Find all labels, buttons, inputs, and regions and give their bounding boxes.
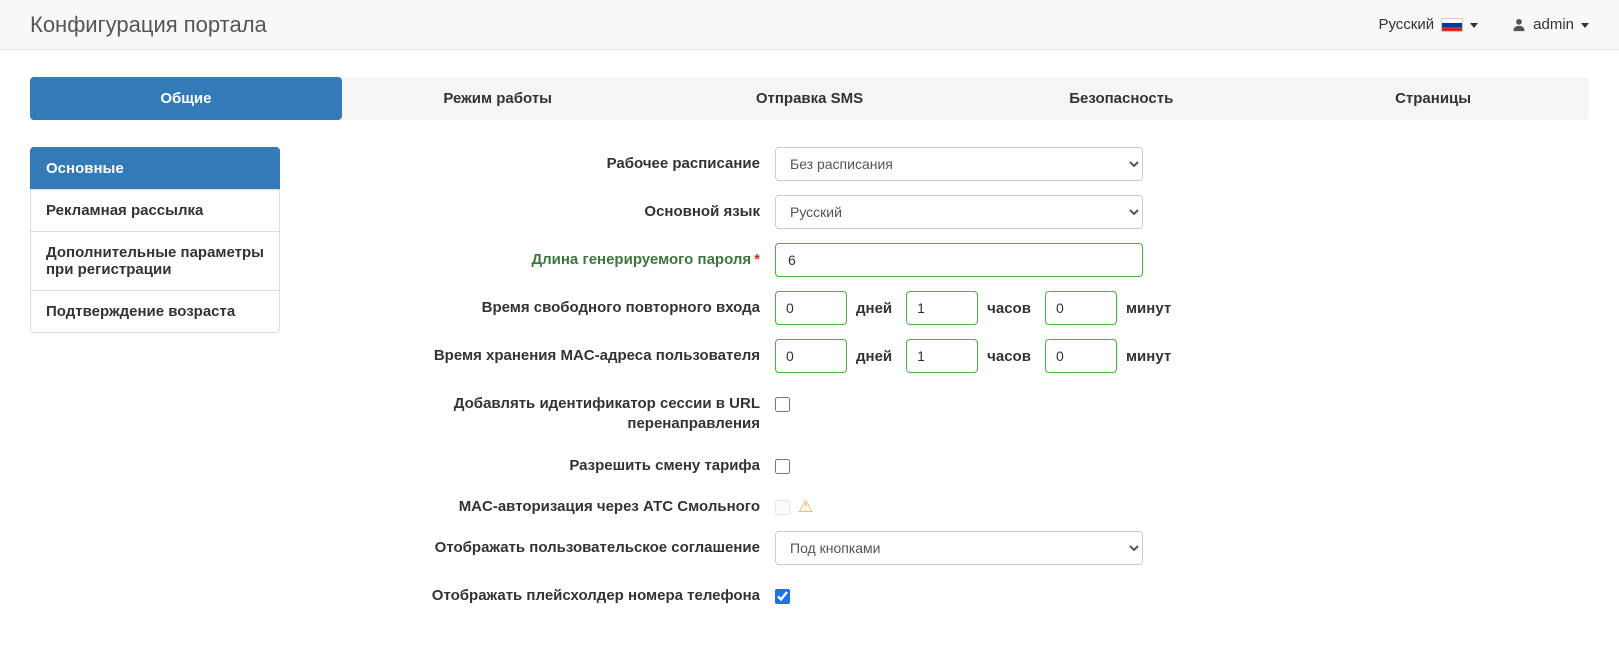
- user-agreement-select[interactable]: Под кнопками: [775, 531, 1143, 565]
- schedule-select[interactable]: Без расписания: [775, 147, 1143, 181]
- main-language-select[interactable]: Русский: [775, 195, 1143, 229]
- username-label: admin: [1533, 16, 1574, 33]
- session-id-url-label: Добавлять идентификатор сессии в URL пер…: [395, 387, 775, 435]
- form-row-free-reentry: Время свободного повторного входа дней ч…: [280, 291, 1589, 325]
- tab-sms[interactable]: Отправка SMS: [654, 77, 966, 120]
- form-row-user-agreement: Отображать пользовательское соглашение П…: [280, 531, 1589, 565]
- mac-storage-hours-input[interactable]: [906, 339, 978, 373]
- sidebar-item-age-confirmation[interactable]: Подтверждение возраста: [30, 290, 280, 333]
- user-dropdown[interactable]: admin: [1512, 16, 1589, 33]
- form-row-main-language: Основной язык Русский: [280, 195, 1589, 229]
- tab-bar: Общие Режим работы Отправка SMS Безопасн…: [30, 77, 1589, 120]
- days-unit-label: дней: [856, 348, 892, 365]
- mac-storage-minutes-input[interactable]: [1045, 339, 1117, 373]
- tab-security[interactable]: Безопасность: [965, 77, 1277, 120]
- main-area: Основные Рекламная рассылка Дополнительн…: [30, 147, 1589, 620]
- page-title: Конфигурация портала: [30, 12, 267, 38]
- form-row-password-length: Длина генерируемого пароля*: [280, 243, 1589, 277]
- password-length-label: Длина генерируемого пароля*: [395, 243, 775, 270]
- content: Общие Режим работы Отправка SMS Безопасн…: [0, 77, 1619, 620]
- form-row-schedule: Рабочее расписание Без расписания: [280, 147, 1589, 181]
- minutes-unit-label: минут: [1126, 300, 1171, 317]
- mac-auth-label: MAC-авторизация через АТС Смольного: [395, 490, 775, 517]
- password-length-input[interactable]: [775, 243, 1143, 277]
- phone-placeholder-label: Отображать плейсхолдер номера телефона: [395, 579, 775, 606]
- topbar-right: Русский admin: [1378, 16, 1589, 33]
- settings-form: Рабочее расписание Без расписания Основн…: [280, 147, 1589, 620]
- tariff-change-label: Разрешить смену тарифа: [395, 449, 775, 476]
- language-dropdown[interactable]: Русский: [1378, 16, 1478, 33]
- caret-down-icon: [1470, 23, 1478, 28]
- user-agreement-label: Отображать пользовательское соглашение: [395, 531, 775, 558]
- phone-placeholder-checkbox[interactable]: [775, 589, 790, 604]
- language-label: Русский: [1378, 16, 1434, 33]
- mac-storage-label: Время хранения MAC-адреса пользователя: [395, 339, 775, 366]
- main-language-label: Основной язык: [395, 195, 775, 222]
- form-row-phone-placeholder: Отображать плейсхолдер номера телефона: [280, 579, 1589, 606]
- mac-storage-days-input[interactable]: [775, 339, 847, 373]
- password-length-label-text: Длина генерируемого пароля: [531, 251, 751, 268]
- user-icon: [1512, 18, 1526, 32]
- form-row-tariff-change: Разрешить смену тарифа: [280, 449, 1589, 476]
- mac-auth-checkbox: [775, 500, 790, 515]
- caret-down-icon: [1581, 23, 1589, 28]
- free-reentry-days-input[interactable]: [775, 291, 847, 325]
- sidebar-item-main[interactable]: Основные: [30, 147, 280, 190]
- free-reentry-minutes-input[interactable]: [1045, 291, 1117, 325]
- required-asterisk: *: [754, 251, 760, 268]
- warning-icon: ⚠: [798, 498, 813, 515]
- minutes-unit-label: минут: [1126, 348, 1171, 365]
- tab-pages[interactable]: Страницы: [1277, 77, 1589, 120]
- free-reentry-hours-input[interactable]: [906, 291, 978, 325]
- tab-work-mode[interactable]: Режим работы: [342, 77, 654, 120]
- tariff-change-checkbox[interactable]: [775, 459, 790, 474]
- hours-unit-label: часов: [987, 348, 1031, 365]
- sidebar-item-extra-registration-params[interactable]: Дополнительные параметры при регистрации: [30, 231, 280, 291]
- flag-ru-icon: [1441, 18, 1463, 32]
- session-id-url-checkbox[interactable]: [775, 397, 790, 412]
- hours-unit-label: часов: [987, 300, 1031, 317]
- schedule-label: Рабочее расписание: [395, 147, 775, 174]
- form-row-mac-auth: MAC-авторизация через АТС Смольного ⚠: [280, 490, 1589, 517]
- topbar: Конфигурация портала Русский admin: [0, 0, 1619, 50]
- form-row-mac-storage: Время хранения MAC-адреса пользователя д…: [280, 339, 1589, 373]
- form-row-session-id-url: Добавлять идентификатор сессии в URL пер…: [280, 387, 1589, 435]
- sidebar-item-ad-mailing[interactable]: Рекламная рассылка: [30, 189, 280, 232]
- sidebar: Основные Рекламная рассылка Дополнительн…: [30, 147, 280, 333]
- days-unit-label: дней: [856, 300, 892, 317]
- free-reentry-label: Время свободного повторного входа: [395, 291, 775, 318]
- tab-general[interactable]: Общие: [30, 77, 342, 120]
